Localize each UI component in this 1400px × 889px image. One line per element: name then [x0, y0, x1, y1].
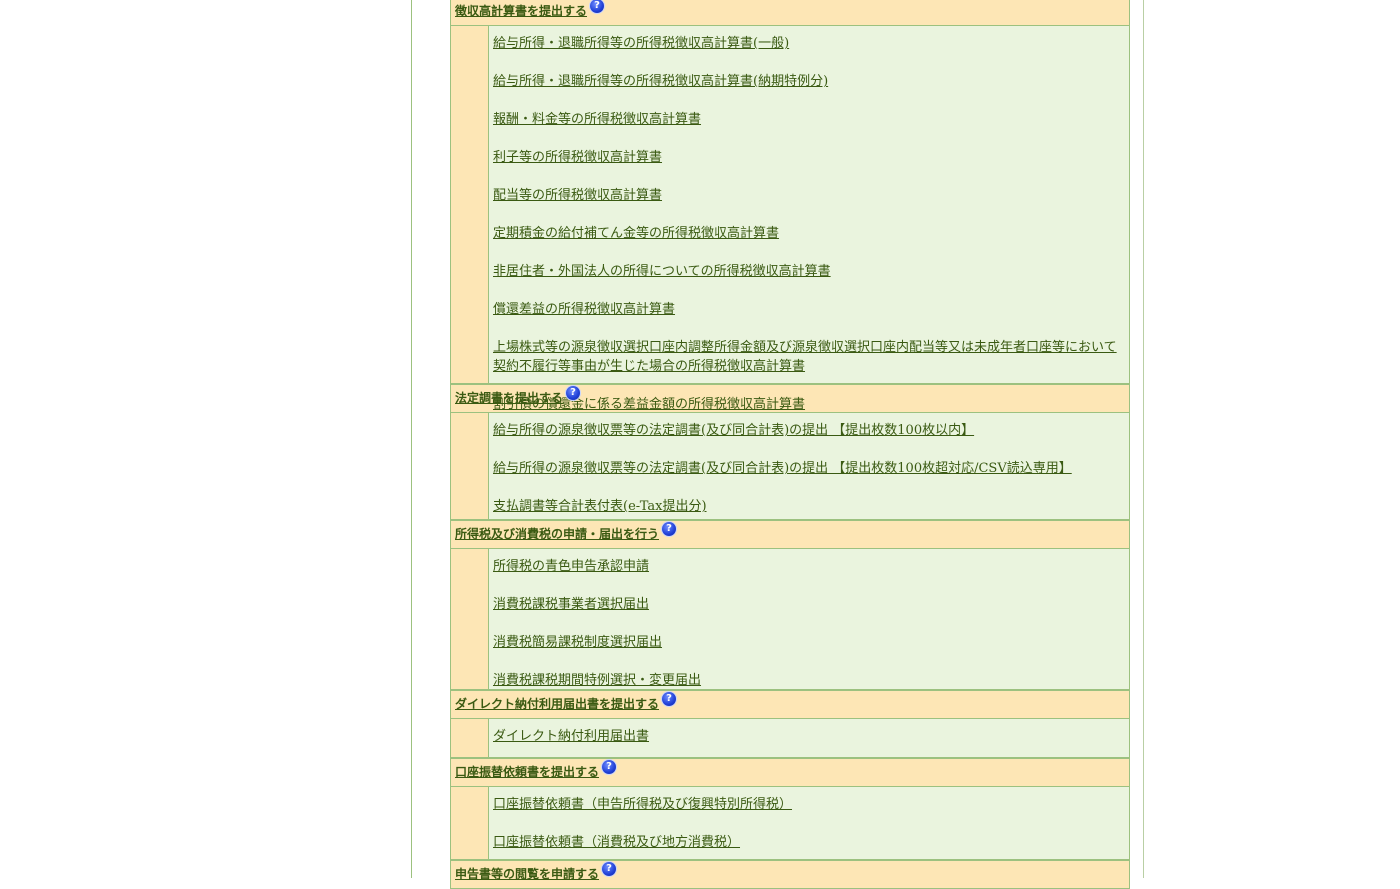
form-link[interactable]: 支払調書等合計表付表(e-Tax提出分) — [493, 499, 707, 514]
list-item: 給与所得・退職所得等の所得税徴収高計算書(一般) — [493, 32, 1129, 51]
procedure-list: 徴収高計算書を提出する ? 給与所得・退職所得等の所得税徴収高計算書(一般) 給… — [450, 0, 1130, 889]
list-item: 非居住者・外国法人の所得についての所得税徴収高計算書 — [493, 260, 1129, 279]
section-items: 給与所得・退職所得等の所得税徴収高計算書(一般) 給与所得・退職所得等の所得税徴… — [488, 26, 1130, 412]
section-title-link[interactable]: ダイレクト納付利用届出書を提出する — [455, 695, 659, 712]
list-item: 消費税課税事業者選択届出 — [493, 593, 1129, 612]
list-item: ダイレクト納付利用届出書 — [493, 725, 1129, 744]
help-icon[interactable]: ? — [662, 522, 677, 536]
section-gutter — [450, 719, 488, 758]
section-title-link[interactable]: 所得税及び消費税の申請・届出を行う — [455, 525, 659, 542]
section-gutter — [450, 549, 488, 690]
section-withholding-calculation: 徴収高計算書を提出する ? 給与所得・退職所得等の所得税徴収高計算書(一般) 給… — [450, 0, 1130, 412]
section-title-link[interactable]: 申告書等の閲覧を申請する — [455, 865, 599, 882]
help-icon[interactable]: ? — [590, 0, 605, 13]
section-gutter — [450, 413, 488, 520]
form-link[interactable]: 口座振替依頼書（消費税及び地方消費税） — [493, 835, 740, 850]
form-link[interactable]: 給与所得・退職所得等の所得税徴収高計算書(納期特例分) — [493, 74, 828, 89]
list-item: 給与所得の源泉徴収票等の法定調書(及び同合計表)の提出 【提出枚数100枚以内】 — [493, 419, 1129, 438]
help-icon[interactable]: ? — [662, 692, 677, 706]
form-link[interactable]: 給与所得・退職所得等の所得税徴収高計算書(一般) — [493, 36, 789, 51]
form-link[interactable]: 消費税簡易課税制度選択届出 — [493, 635, 662, 650]
section-title-link[interactable]: 口座振替依頼書を提出する — [455, 763, 599, 780]
section-direct-payment: ダイレクト納付利用届出書を提出する ? ダイレクト納付利用届出書 — [450, 690, 1130, 758]
section-title-link[interactable]: 法定調書を提出する — [455, 389, 563, 406]
section-title-link[interactable]: 徴収高計算書を提出する — [455, 2, 587, 19]
form-link[interactable]: 利子等の所得税徴収高計算書 — [493, 150, 662, 165]
list-item: 定期積金の給付補てん金等の所得税徴収高計算書 — [493, 222, 1129, 241]
help-icon[interactable]: ? — [566, 386, 581, 400]
section-header: 口座振替依頼書を提出する ? — [450, 758, 1130, 787]
section-gutter — [450, 787, 488, 860]
form-link[interactable]: 給与所得の源泉徴収票等の法定調書(及び同合計表)の提出 【提出枚数100枚以内】 — [493, 423, 974, 438]
list-item: 上場株式等の源泉徴収選択口座内調整所得金額及び源泉徴収選択口座内配当等又は未成年… — [493, 336, 1129, 374]
section-income-consumption-tax-applications: 所得税及び消費税の申請・届出を行う ? 所得税の青色申告承認申請 消費税課税事業… — [450, 520, 1130, 690]
section-items: 所得税の青色申告承認申請 消費税課税事業者選択届出 消費税簡易課税制度選択届出 … — [488, 549, 1130, 690]
form-link[interactable]: 給与所得の源泉徴収票等の法定調書(及び同合計表)の提出 【提出枚数100枚超対応… — [493, 461, 1072, 476]
list-item: 給与所得・退職所得等の所得税徴収高計算書(納期特例分) — [493, 70, 1129, 89]
list-item: 償還差益の所得税徴収高計算書 — [493, 298, 1129, 317]
help-icon[interactable]: ? — [602, 862, 617, 876]
section-items: 口座振替依頼書（申告所得税及び復興特別所得税） 口座振替依頼書（消費税及び地方消… — [488, 787, 1130, 860]
list-item: 割引債の償還金に係る差益金額の所得税徴収高計算書 — [493, 393, 1129, 412]
list-item: 消費税簡易課税制度選択届出 — [493, 631, 1129, 650]
list-item: 報酬・料金等の所得税徴収高計算書 — [493, 108, 1129, 127]
form-link[interactable]: 償還差益の所得税徴収高計算書 — [493, 302, 675, 317]
list-item: 配当等の所得税徴収高計算書 — [493, 184, 1129, 203]
help-icon[interactable]: ? — [602, 760, 617, 774]
list-item: 給与所得の源泉徴収票等の法定調書(及び同合計表)の提出 【提出枚数100枚超対応… — [493, 457, 1129, 476]
list-item: 消費税課税期間特例選択・変更届出 — [493, 669, 1129, 688]
list-item: 所得税の青色申告承認申請 — [493, 555, 1129, 574]
list-item: 利子等の所得税徴収高計算書 — [493, 146, 1129, 165]
form-link[interactable]: 消費税課税期間特例選択・変更届出 — [493, 673, 701, 688]
form-link[interactable]: 非居住者・外国法人の所得についての所得税徴収高計算書 — [493, 264, 831, 279]
section-header: ダイレクト納付利用届出書を提出する ? — [450, 690, 1130, 719]
form-link[interactable]: 配当等の所得税徴収高計算書 — [493, 188, 662, 203]
form-link[interactable]: 報酬・料金等の所得税徴収高計算書 — [493, 112, 701, 127]
list-item: 支払調書等合計表付表(e-Tax提出分) — [493, 495, 1129, 514]
list-item: 口座振替依頼書（消費税及び地方消費税） — [493, 831, 1129, 850]
section-items: 給与所得の源泉徴収票等の法定調書(及び同合計表)の提出 【提出枚数100枚以内】… — [488, 413, 1130, 520]
section-gutter — [450, 26, 488, 384]
form-link[interactable]: 定期積金の給付補てん金等の所得税徴収高計算書 — [493, 226, 779, 241]
section-header: 所得税及び消費税の申請・届出を行う ? — [450, 520, 1130, 549]
section-account-transfer: 口座振替依頼書を提出する ? 口座振替依頼書（申告所得税及び復興特別所得税） 口… — [450, 758, 1130, 860]
section-header: 徴収高計算書を提出する ? — [450, 0, 1130, 26]
left-sidebar — [266, 0, 412, 878]
form-link[interactable]: 消費税課税事業者選択届出 — [493, 597, 649, 612]
form-link[interactable]: 口座振替依頼書（申告所得税及び復興特別所得税） — [493, 797, 792, 812]
section-items: ダイレクト納付利用届出書 — [488, 719, 1130, 758]
list-item: 口座振替依頼書（申告所得税及び復興特別所得税） — [493, 793, 1129, 812]
form-link[interactable]: 上場株式等の源泉徴収選択口座内調整所得金額及び源泉徴収選択口座内配当等又は未成年… — [493, 340, 1117, 374]
form-link[interactable]: ダイレクト納付利用届出書 — [493, 729, 649, 744]
form-link[interactable]: 所得税の青色申告承認申請 — [493, 559, 649, 574]
